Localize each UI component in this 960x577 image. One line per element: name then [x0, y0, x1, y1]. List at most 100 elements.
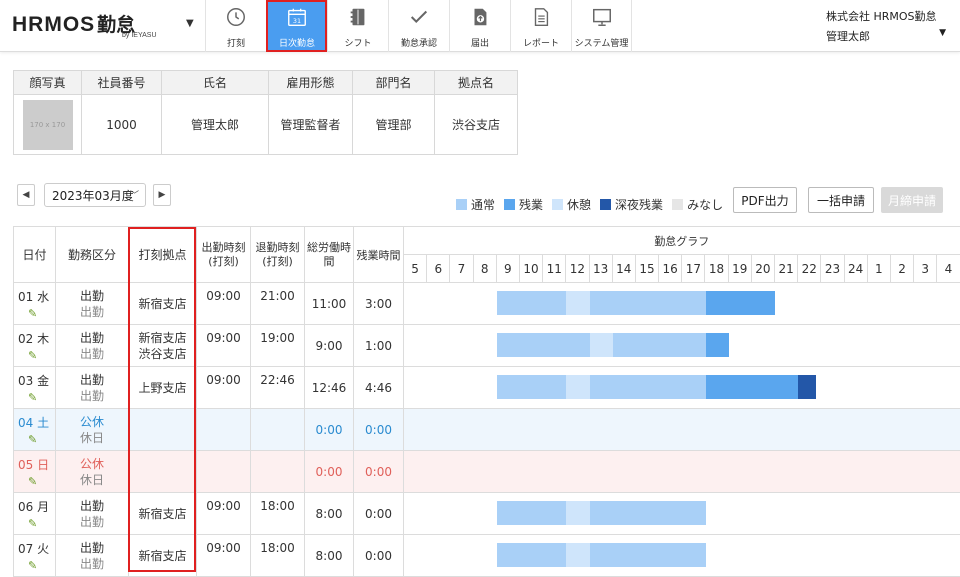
work-type-cell: 出勤出勤 — [56, 367, 129, 409]
pdf-export-button[interactable]: PDF出力 — [733, 187, 797, 213]
nav-item-label: レポート — [523, 36, 559, 49]
graph-bar-break — [566, 543, 589, 567]
svg-text:31: 31 — [293, 17, 301, 25]
date-text: 06 月 — [18, 498, 55, 515]
graph-hour-label: 5 — [404, 255, 427, 283]
nav-item-label: システム管理 — [575, 36, 629, 49]
bulk-request-button[interactable]: 一括申請 — [808, 187, 874, 213]
work-type-primary: 出勤 — [56, 288, 128, 304]
emp-name: 管理太郎 — [162, 95, 269, 155]
notebook-icon — [347, 6, 369, 32]
graph-hour-label: 8 — [473, 255, 496, 283]
table-row[interactable]: 04 土✎公休休日0:000:00 — [14, 409, 960, 451]
nav-item-0[interactable]: 打刻 — [205, 0, 266, 52]
graph-hour-label: 1 — [867, 255, 890, 283]
clock-out-time: 21:00 — [251, 283, 305, 325]
attendance-graph-cell — [404, 451, 960, 493]
account-menu[interactable]: 株式会社 HRMOS勤怠 管理太郎 ▼ — [826, 8, 946, 44]
emp-header-number: 社員番号 — [82, 71, 162, 95]
nav-item-5[interactable]: レポート — [510, 0, 571, 52]
edit-pencil-icon[interactable]: ✎ — [28, 559, 37, 572]
work-type-secondary: 出勤 — [56, 514, 128, 530]
attendance-graph-cell — [404, 283, 960, 325]
emp-location: 渋谷支店 — [435, 95, 518, 155]
work-type-cell: 出勤出勤 — [56, 493, 129, 535]
clock-out-time: 18:00 — [251, 493, 305, 535]
graph-bar-overtime — [706, 333, 729, 357]
table-row[interactable]: 07 火✎出勤出勤新宿支店09:0018:008:000:00 — [14, 535, 960, 577]
punch-location-text: 新宿支店 — [129, 296, 196, 312]
table-row[interactable]: 06 月✎出勤出勤新宿支店09:0018:008:000:00 — [14, 493, 960, 535]
nav-item-3[interactable]: 勤怠承認 — [388, 0, 449, 52]
total-work-time: 8:00 — [305, 493, 354, 535]
col-header-kubun: 勤務区分 — [56, 227, 129, 283]
next-month-button[interactable]: ▶ — [153, 184, 171, 206]
overtime-time: 0:00 — [354, 409, 404, 451]
edit-pencil-icon[interactable]: ✎ — [28, 349, 37, 362]
graph-bar-normal — [497, 501, 567, 525]
nav-item-4[interactable]: 届出 — [449, 0, 510, 52]
legend-label: 残業 — [519, 196, 543, 213]
main-nav: 打刻 31日次勤怠シフト勤怠承認 届出 レポート システム管理 — [205, 0, 632, 52]
table-row[interactable]: 03 金✎出勤出勤上野支店09:0022:4612:464:46 — [14, 367, 960, 409]
prev-month-button[interactable]: ◀ — [17, 184, 35, 206]
chevron-down-icon: ﹀ — [130, 188, 139, 201]
graph-hour-label: 24 — [844, 255, 867, 283]
work-type-cell: 公休休日 — [56, 451, 129, 493]
table-row[interactable]: 02 木✎出勤出勤新宿支店渋谷支店09:0019:009:001:00 — [14, 325, 960, 367]
emp-header-employment: 雇用形態 — [269, 71, 353, 95]
product-switch-caret-icon[interactable]: ▼ — [186, 18, 194, 29]
edit-pencil-icon[interactable]: ✎ — [28, 433, 37, 446]
graph-bar-break — [566, 375, 589, 399]
monthly-close-button[interactable]: 月締申請 — [881, 187, 943, 213]
graph-bar-overtime — [706, 375, 799, 399]
total-work-time: 8:00 — [305, 535, 354, 577]
attendance-graph-cell — [404, 367, 960, 409]
nav-item-label: 勤怠承認 — [401, 36, 437, 49]
work-type-secondary: 休日 — [56, 472, 128, 488]
total-work-time: 0:00 — [305, 409, 354, 451]
app-logo[interactable]: HRMOS勤怠 by IEYASU — [12, 10, 135, 44]
monitor-icon — [591, 6, 613, 32]
attendance-graph-cell — [404, 493, 960, 535]
month-select[interactable]: 2023年03月度 ﹀ — [44, 183, 146, 207]
graph-hour-label: 23 — [821, 255, 844, 283]
emp-number: 1000 — [82, 95, 162, 155]
clock-in-time: 09:00 — [197, 535, 251, 577]
nav-item-6[interactable]: システム管理 — [571, 0, 632, 52]
clock-out-time: 19:00 — [251, 325, 305, 367]
clock-icon — [225, 6, 247, 32]
edit-pencil-icon[interactable]: ✎ — [28, 517, 37, 530]
legend-swatch — [600, 199, 611, 210]
graph-bar-normal — [613, 333, 706, 357]
edit-pencil-icon[interactable]: ✎ — [28, 307, 37, 320]
edit-pencil-icon[interactable]: ✎ — [28, 391, 37, 404]
date-text: 03 金 — [18, 372, 55, 389]
top-header: HRMOS勤怠 by IEYASU ▼ 打刻 31日次勤怠シフト勤怠承認 届出 レポー… — [0, 0, 960, 52]
graph-hour-label: 4 — [937, 255, 960, 283]
punch-location-text: 新宿支店 — [129, 548, 196, 564]
punch-location-cell — [129, 409, 197, 451]
graph-legend: 通常残業休憩深夜残業みなし — [456, 196, 732, 213]
work-type-primary: 出勤 — [56, 540, 128, 556]
overtime-time: 3:00 — [354, 283, 404, 325]
clock-in-time: 09:00 — [197, 283, 251, 325]
table-row[interactable]: 01 水✎出勤出勤新宿支店09:0021:0011:003:00 — [14, 283, 960, 325]
table-row[interactable]: 05 日✎公休休日0:000:00 — [14, 451, 960, 493]
triangle-left-icon: ◀ — [23, 190, 30, 200]
date-text: 01 水 — [18, 288, 55, 305]
col-header-overtime: 残業時間 — [354, 227, 404, 283]
date-text: 07 火 — [18, 540, 55, 557]
graph-hour-label: 18 — [705, 255, 728, 283]
account-caret-icon[interactable]: ▼ — [939, 28, 946, 44]
clock-in-time: 09:00 — [197, 493, 251, 535]
punch-location-text: 渋谷支店 — [129, 346, 196, 362]
attendance-graph-cell — [404, 535, 960, 577]
nav-item-2[interactable]: シフト — [327, 0, 388, 52]
date-cell: 04 土✎ — [14, 409, 56, 451]
nav-item-1[interactable]: 31日次勤怠 — [266, 0, 327, 52]
nav-item-label: 届出 — [471, 36, 489, 49]
legend-label: みなし — [687, 196, 723, 213]
nav-item-label: 打刻 — [227, 36, 245, 49]
edit-pencil-icon[interactable]: ✎ — [28, 475, 37, 488]
